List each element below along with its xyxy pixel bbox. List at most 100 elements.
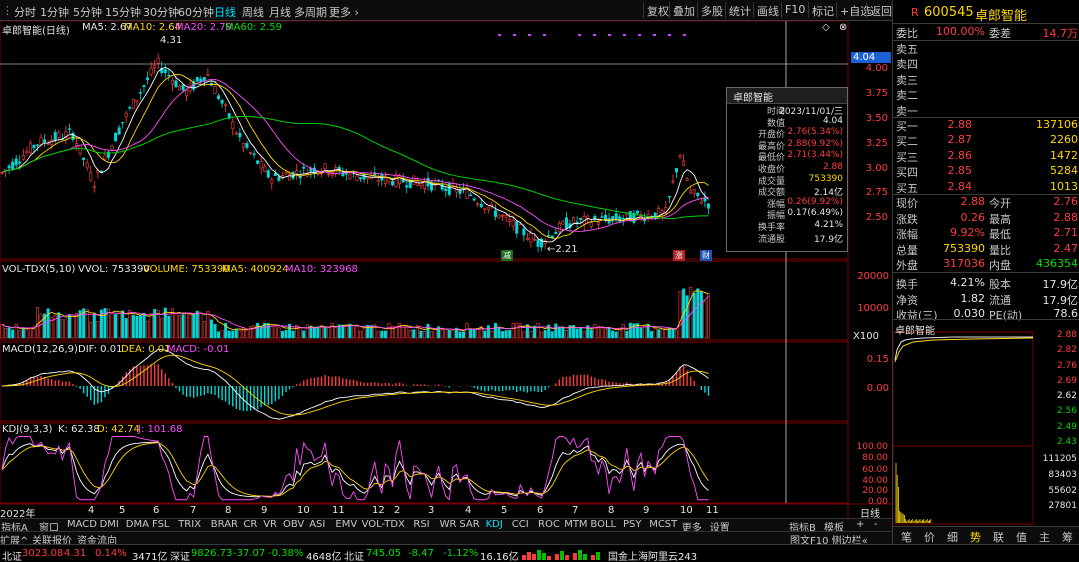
indicator-tab-8[interactable]: CR [243, 519, 257, 530]
index2-value: 9826.73 [191, 548, 233, 559]
indicator-tab-3[interactable]: DMI [100, 519, 119, 530]
stat-key: 净资 [896, 293, 918, 307]
indicator-tab-12[interactable]: EMV [335, 519, 357, 530]
period-tab-1[interactable]: 1分钟 [40, 4, 69, 20]
toolbar-button-2[interactable]: 多股 [697, 2, 726, 18]
toolbar-button-6[interactable]: 标记 [808, 2, 837, 18]
popup-row-value: 4.04 [822, 115, 843, 126]
toolbar-button-3[interactable]: 统计 [725, 2, 754, 18]
toolbar-button-8[interactable]: 返回 [866, 2, 895, 18]
ask-row[interactable]: 卖一 [893, 103, 1079, 119]
period-tab-0[interactable]: 分时 [14, 4, 36, 20]
indicator-tab-10[interactable]: OBV [283, 519, 304, 530]
stat-value: 0.26 [960, 210, 986, 224]
toolbar-button-5[interactable]: F10 [781, 2, 808, 18]
period-tab-2[interactable]: 5分钟 [73, 4, 102, 20]
period-tab-10[interactable]: 更多 › [329, 4, 359, 20]
marker-zhang[interactable]: 涨 [673, 250, 685, 261]
indicator-tab-14[interactable]: RSI [413, 519, 429, 530]
indicator-tab-6[interactable]: TRIX [178, 519, 201, 530]
indicator-tab-5[interactable]: FSL [152, 519, 170, 530]
marker-cai[interactable]: 财 [700, 250, 712, 261]
popup-row: 换手率 4.21% [727, 220, 847, 233]
indicator-right-tab-2[interactable]: + [856, 519, 864, 530]
period-tab-8[interactable]: 月线 [269, 4, 291, 20]
kdj-axis-label: 100.00 [856, 442, 889, 452]
macd-dea-label: DEA: 0.01 [121, 344, 171, 355]
quote-tab-6[interactable]: 主 [1039, 529, 1050, 545]
quote-tab-7[interactable]: 筹 [1062, 529, 1073, 545]
bid-row[interactable]: 买二 2.87 2260 [893, 133, 1079, 149]
indicator-tab-16[interactable]: SAR [459, 519, 479, 530]
period-tab-5[interactable]: 60分钟 [178, 4, 214, 20]
indicator-tab-18[interactable]: CCI [512, 519, 529, 530]
ask-level: 卖五 [896, 43, 918, 56]
indicator-tab-21[interactable]: BOLL [590, 519, 616, 530]
stat-key2: 流通 [989, 293, 1011, 307]
stat-value: 2.88 [960, 195, 986, 208]
bid-row[interactable]: 买五 2.84 1013 [893, 180, 1079, 196]
ask-row[interactable]: 卖四 [893, 56, 1079, 72]
date-axis-month: 11 [706, 505, 719, 516]
price-axis-label: 3.50 [865, 113, 888, 124]
index3-amount: 16.16亿 [480, 552, 519, 562]
indicator-tab-13[interactable]: VOL-TDX [362, 519, 405, 530]
index2-name[interactable]: 深证 [170, 548, 190, 562]
toolbar-button-1[interactable]: 叠加 [669, 2, 698, 18]
indicator-tab-7[interactable]: BRAR [211, 519, 238, 530]
indicator-tab-2[interactable]: MACD [67, 519, 97, 530]
bid-row[interactable]: 买三 2.86 1472 [893, 149, 1079, 165]
indicator-tab-23[interactable]: MCST [649, 519, 677, 530]
vol-title: VOL-TDX(5,10) [2, 264, 76, 275]
indicator-tab-17[interactable]: KDJ [486, 519, 503, 530]
bid-price: 2.86 [947, 148, 973, 162]
index3-pct: -1.12% [443, 548, 479, 559]
indicator-tab-22[interactable]: PSY [623, 519, 642, 530]
chart-close-icon[interactable]: ⊗ [839, 22, 847, 33]
server-name[interactable]: 国金上海阿里云243 [608, 548, 697, 562]
period-tab-3[interactable]: 15分钟 [105, 4, 141, 20]
period-tab-9[interactable]: 多周期 [294, 4, 327, 20]
index1-name[interactable]: 北证 [2, 548, 22, 562]
quote-tab-0[interactable]: 笔 [901, 529, 912, 545]
ask-row[interactable]: 卖三 [893, 72, 1079, 88]
indicator-tab-9[interactable]: VR [263, 519, 277, 530]
stat-value: 9.92% [950, 226, 985, 240]
indicator-tab-11[interactable]: ASI [309, 519, 325, 530]
toolbar-button-4[interactable]: 画线 [753, 2, 782, 18]
kdj-axis-label: 20.00 [862, 486, 888, 496]
popup-row: 时间 2023/11/01/三 [727, 104, 847, 117]
indicator-tab-20[interactable]: MTM [564, 519, 587, 530]
marker-jian[interactable]: 减 [501, 250, 513, 261]
quote-tab-1[interactable]: 价 [924, 529, 935, 545]
indicator-tab-15[interactable]: WR [440, 519, 457, 530]
quote-tab-2[interactable]: 细 [947, 529, 958, 545]
price-axis-label: 3.75 [865, 88, 888, 99]
popup-row-key: 流通股 [757, 234, 785, 245]
indicator-tab-4[interactable]: DMA [126, 519, 149, 530]
indicator-right-tab-3[interactable]: - [874, 519, 878, 530]
toolbar-button-0[interactable]: 复权 [643, 2, 672, 18]
period-tab-6[interactable]: 日线 [214, 4, 236, 20]
kdj-title: KDJ(9,3,3) [2, 424, 53, 435]
quote-tab-3[interactable]: 势 [970, 529, 981, 545]
bid-row[interactable]: 买四 2.85 5284 [893, 164, 1079, 180]
ask-row[interactable]: 卖五 [893, 41, 1079, 57]
mini-chart-svg[interactable]: 2.88 2.82 2.76 2.69 2.62 2.56 2.49 2.43 111205 83… [892, 320, 1079, 525]
toolbar-grip-icon[interactable]: ⋮ [2, 4, 13, 17]
period-tab-7[interactable]: 周线 [242, 4, 264, 20]
quote-marker: R [911, 6, 919, 19]
stat-key: 外盘 [896, 259, 918, 273]
quote-tab-4[interactable]: 联 [993, 529, 1004, 545]
ask-row[interactable]: 卖二 [893, 87, 1079, 103]
chart-settings-icon[interactable]: ◇ [822, 22, 830, 33]
intraday-mini-chart[interactable]: 卓郎智能 2.88 2.82 2.76 2.69 2.62 2.56 2.49 2.43 111… [892, 320, 1079, 525]
period-toolbar: 分时 1分钟 5分钟 15分钟 30分钟 60分钟 日线 周线 月线 多周期 更多 › ⋮ 复权 叠加多… [0, 0, 892, 21]
indicator-tab-19[interactable]: ROC [538, 519, 560, 530]
quote-tab-5[interactable]: 值 [1016, 529, 1027, 545]
bid-row[interactable]: 买一 2.88 137106 [893, 118, 1079, 134]
index3-name[interactable]: 北证 [344, 548, 364, 562]
mini-axis-label: 2.62 [1057, 391, 1077, 401]
bid-qty: 5284 [1050, 164, 1078, 178]
period-tab-4[interactable]: 30分钟 [143, 4, 179, 20]
